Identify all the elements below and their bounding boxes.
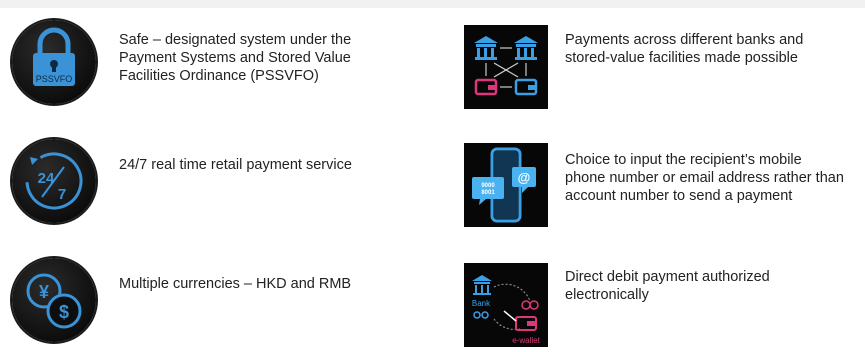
clock-label-24: 24 xyxy=(38,170,55,187)
padlock-icon: PSSVFO xyxy=(12,20,96,104)
clock-24-7-icon: 24 7 xyxy=(12,139,96,223)
svg-text:@: @ xyxy=(518,170,531,185)
svg-text:$: $ xyxy=(59,302,69,322)
code-line-2: 8001 xyxy=(481,190,495,196)
code-line-1: 9000 xyxy=(481,183,495,189)
feature-interbank-text: Payments across different banks and stor… xyxy=(565,32,804,66)
feature-directdebit-text: Direct debit payment authorized electron… xyxy=(565,269,770,303)
feature-proxy-text: Choice to input the recipient’s mobile p… xyxy=(565,152,844,204)
phone-email-id-icon: 9000 8001 @ xyxy=(464,143,548,227)
wallet-label: e-wallet xyxy=(512,336,540,345)
bank-wallet-network-icon xyxy=(464,25,548,109)
clock-label-7: 7 xyxy=(58,186,66,203)
feature-realtime-text: 24/7 real time retail payment service xyxy=(119,157,352,173)
padlock-label: PSSVFO xyxy=(36,74,73,84)
feature-safe-text: Safe – designated system under the Payme… xyxy=(119,32,352,84)
feature-currencies-text: Multiple currencies – HKD and RMB xyxy=(119,276,352,292)
bank-label: Bank xyxy=(472,299,491,308)
bank-to-ewallet-icon: Bank e-wallet xyxy=(464,263,548,347)
svg-text:¥: ¥ xyxy=(39,282,49,302)
top-strip xyxy=(0,0,865,8)
yen-dollar-coins-icon: ¥ $ xyxy=(12,258,96,342)
